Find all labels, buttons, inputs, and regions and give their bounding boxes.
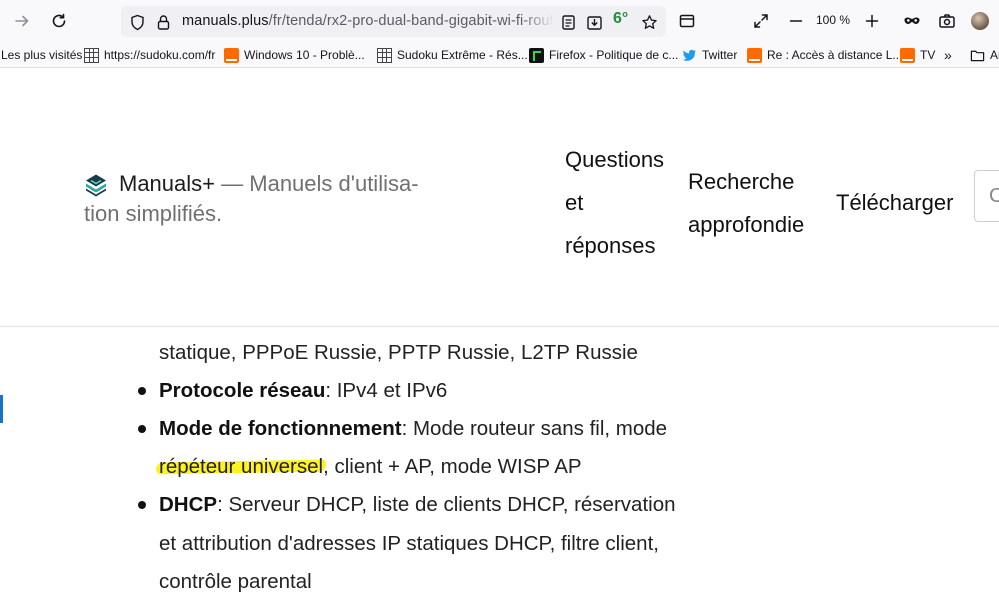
reload-button[interactable] [46,8,72,34]
bookmark-label: Au [990,48,999,62]
bookmark-tv[interactable]: TV [900,47,935,63]
list-bullet [138,425,146,433]
bookmark-label: Twitter [702,48,738,62]
twitter-icon [682,49,697,61]
highlighted-text: répéteur universel [159,455,324,478]
bookmark-label: Sudoku Extrême - Rés... [397,48,528,62]
chevron-double-right-icon: » [944,47,952,63]
nav-faq-line: et [565,190,584,215]
list-item-network-protocol: Protocole réseau: IPv4 et IPv6 [159,372,447,410]
bookmarks-overflow-button[interactable]: » [944,47,952,63]
forward-button[interactable] [9,8,35,34]
list-item-label: DHCP [159,493,218,516]
url-host: manuals.plus [182,13,269,29]
reload-icon [52,13,66,28]
nav-search-line: approfondie [688,212,805,237]
zoom-in-button[interactable] [859,8,885,34]
bookmark-remote-access[interactable]: Re : Accès à distance L... [747,47,902,63]
bookmark-label: Re : Accès à distance L... [767,48,903,62]
bookmark-label: Firefox - Politique de c... [549,48,679,62]
private-mask-button[interactable] [899,8,925,34]
zoom-level[interactable]: 100 % [816,13,850,27]
bookmark-label: TV [920,48,936,62]
bookmark-windows10[interactable]: Windows 10 - Problè... [224,47,365,63]
spec-continuation-line: statique, PPPoE Russie, PPTP Russie, L2T… [159,341,638,364]
nav-faq[interactable]: Questions et réponses [565,138,675,267]
list-item-text: : Serveur DHCP, liste de clients DHCP, r… [217,493,676,516]
url-fade [521,9,555,34]
list-item-operating-mode-continued: répéteur universel, client + AP, mode WI… [159,448,582,486]
account-avatar[interactable] [971,12,989,30]
bookmark-sudoku-extreme[interactable]: Sudoku Extrême - Rés... [377,47,528,63]
nav-search-line: Recherche [688,169,795,194]
nav-download[interactable]: Télécharger [836,181,953,224]
site-tagline: — Manuels d'utilisa- [221,171,419,196]
shield-icon[interactable] [127,12,147,32]
list-bullet [138,501,146,509]
terminal-icon [529,47,544,63]
lock-icon[interactable] [153,12,173,32]
camera-icon [939,14,955,28]
article-content: statique, PPPoE Russie, PPTP Russie, L2T… [0,328,999,611]
bookmark-sudoku[interactable]: https://sudoku.com/fr [84,47,215,63]
orange-icon [900,47,915,63]
expand-icon [754,14,768,28]
plus-icon [865,14,879,28]
arrow-right-icon [15,15,29,27]
list-item-dhcp: DHCP: Serveur DHCP, liste de clients DHC… [159,486,676,524]
bookmark-most-visited[interactable]: Les plus visités [1,47,82,63]
search-placeholder: C [989,185,999,207]
site-search-input[interactable]: C [974,170,999,222]
site-tagline-continued: tion simplifiés. [84,201,223,226]
url-path: /fr/tenda/rx2-pro-dual-band-gigabit-wi-f… [268,13,552,29]
zoom-out-button[interactable] [783,8,809,34]
weather-extension-badge[interactable]: 6° [613,10,628,28]
list-item-dhcp-continued: contrôle parental [159,570,312,593]
fullscreen-button[interactable] [748,8,774,34]
bookmarks-bar: Les plus visités https://sudoku.com/fr W… [0,42,999,68]
sidebar-button[interactable] [674,8,700,34]
list-item-label: Mode de fonctionnement [159,417,402,440]
site-header: Manuals+ — Manuels d'utilisa- tion simpl… [0,69,999,327]
list-item-text: , client + AP, mode WISP AP [323,455,582,478]
manuals-plus-logo-icon[interactable] [84,173,108,197]
grid-icon [377,47,392,63]
site-title[interactable]: Manuals+ — Manuels d'utilisa- [119,169,439,199]
screenshot-button[interactable] [934,8,960,34]
browser-toolbar: manuals.plus/fr/tenda/rx2-pro-dual-band-… [0,0,999,42]
folder-icon [970,50,985,61]
site-name: Manuals+ [119,171,216,196]
url-text[interactable]: manuals.plus/fr/tenda/rx2-pro-dual-band-… [182,13,552,29]
reader-view-icon[interactable] [558,12,578,32]
bookmark-folder[interactable]: Au [970,47,999,63]
bookmark-label: Les plus visités [1,48,83,62]
bookmark-label: https://sudoku.com/fr [104,48,216,62]
list-bullet [138,387,146,395]
download-page-icon[interactable] [584,12,604,32]
orange-icon [747,47,762,63]
list-item-label: Protocole réseau [159,379,326,402]
list-item-text: : IPv4 et IPv6 [325,379,448,402]
grid-icon [84,47,99,63]
list-item-text: : Mode routeur sans fil, mode [401,417,668,440]
bookmark-label: Windows 10 - Problè... [244,48,365,62]
sidebar-icon [679,14,695,28]
url-bar[interactable]: manuals.plus/fr/tenda/rx2-pro-dual-band-… [121,6,666,37]
bookmark-twitter[interactable]: Twitter [682,47,737,63]
nav-advanced-search[interactable]: Recherche approfondie [688,160,823,246]
star-icon[interactable] [639,12,659,32]
nav-faq-line: Questions [565,147,665,172]
orange-icon [224,47,239,63]
minus-icon [789,20,803,22]
list-item-dhcp-continued: et attribution d'adresses IP statiques D… [159,532,659,555]
bookmark-firefox-policy[interactable]: Firefox - Politique de c... [529,47,678,63]
mask-icon [904,17,920,24]
list-item-operating-mode: Mode de fonctionnement: Mode routeur san… [159,410,667,448]
nav-faq-line: réponses [565,233,656,258]
